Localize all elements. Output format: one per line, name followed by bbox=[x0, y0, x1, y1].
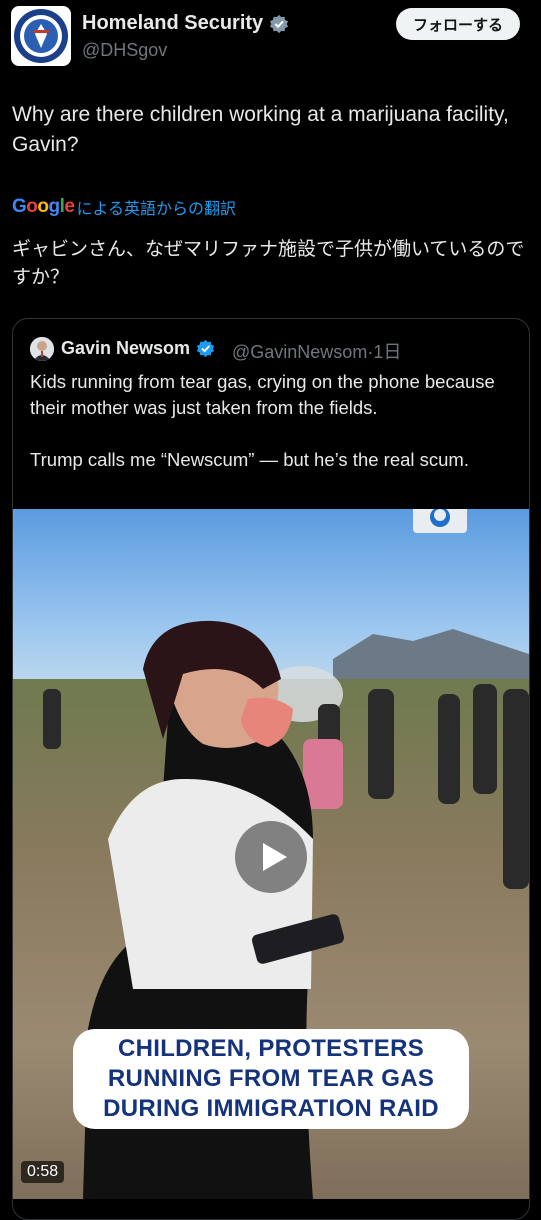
verified-badge-gray-icon bbox=[270, 14, 289, 33]
author-name[interactable]: Homeland Security bbox=[82, 12, 289, 35]
quoted-post-card[interactable]: Gavin Newsom @GavinNewsom·1日 Kids runnin… bbox=[12, 318, 530, 1220]
play-icon bbox=[263, 843, 287, 871]
quoted-author-avatar[interactable] bbox=[30, 337, 54, 361]
video-caption-box: CHILDREN, PROTESTERS RUNNING FROM TEAR G… bbox=[73, 1029, 469, 1129]
quoted-author-handle[interactable]: @GavinNewsom bbox=[232, 342, 367, 362]
video-caption-line: CHILDREN, PROTESTERS bbox=[117, 1035, 425, 1062]
video-caption-line: DURING IMMIGRATION RAID bbox=[103, 1095, 439, 1122]
video-duration: 0:58 bbox=[21, 1161, 65, 1183]
quoted-post-text: Kids running from tear gas, crying on th… bbox=[30, 371, 495, 470]
dhs-seal-avatar[interactable] bbox=[11, 6, 71, 66]
author-name-text[interactable]: Homeland Security bbox=[82, 12, 263, 35]
quoted-author-name-text[interactable]: Gavin Newsom bbox=[61, 338, 190, 359]
post-text: Why are there children working at a mari… bbox=[12, 103, 509, 156]
translation-attribution[interactable]: Google による英語からの翻訳 bbox=[12, 195, 236, 219]
author-handle[interactable]: @DHSgov bbox=[82, 40, 167, 61]
follow-button[interactable]: フォローする bbox=[396, 8, 520, 40]
verified-badge-blue-icon bbox=[196, 339, 215, 358]
video-player[interactable]: CHILDREN, PROTESTERS RUNNING FROM TEAR G… bbox=[13, 509, 529, 1199]
quoted-author-meta: @GavinNewsom·1日 bbox=[232, 338, 401, 364]
translation-label[interactable]: による英語からの翻訳 bbox=[76, 195, 236, 219]
post-header: Homeland Security @DHSgov フォローする bbox=[0, 0, 541, 80]
google-logo: Google bbox=[12, 196, 75, 217]
quoted-post-time[interactable]: 1日 bbox=[373, 342, 401, 362]
video-caption-line: RUNNING FROM TEAR GAS bbox=[107, 1065, 435, 1092]
quoted-author-name[interactable]: Gavin Newsom bbox=[61, 338, 215, 359]
play-button[interactable] bbox=[235, 821, 307, 893]
channel-logo bbox=[413, 509, 467, 533]
translated-text: ギャビンさん、なぜマリファナ施設で子供が働いているのですか？ bbox=[12, 239, 525, 288]
